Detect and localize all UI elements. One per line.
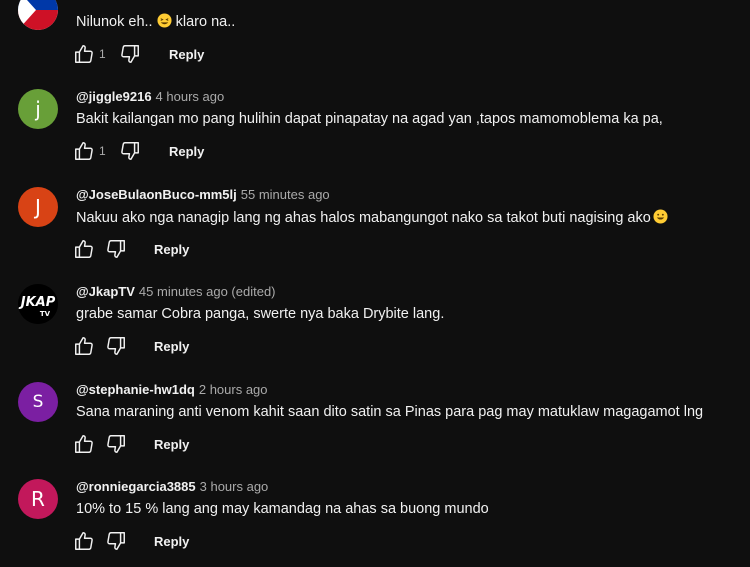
- like-button-icon[interactable]: [73, 140, 95, 162]
- like-button-icon[interactable]: [73, 433, 95, 455]
- comment-timestamp[interactable]: 45 minutes ago (edited): [139, 284, 276, 299]
- comment-author[interactable]: @jiggle9216: [76, 89, 152, 104]
- like-count: 1: [99, 144, 106, 158]
- grinning-emoji-icon: [653, 209, 668, 224]
- dislike-button-icon[interactable]: [105, 335, 127, 357]
- comment-header: @ronniegarcia3885 3 hours ago: [76, 479, 268, 494]
- comment-timestamp[interactable]: 2 hours ago: [199, 382, 268, 397]
- comment-text: Bakit kailangan mo pang hulihin dapat pi…: [76, 111, 663, 127]
- comment-actions: 1 Reply: [73, 139, 204, 163]
- svg-text:TV: TV: [40, 310, 51, 318]
- dislike-button-icon[interactable]: [105, 238, 127, 260]
- comment-actions: 1 Reply: [73, 42, 204, 66]
- svg-text:JKAP: JKAP: [18, 295, 56, 310]
- comment-text: Nilunok eh.. klaro na..: [76, 13, 236, 30]
- reply-button[interactable]: Reply: [154, 339, 189, 354]
- reply-button[interactable]: Reply: [169, 144, 204, 159]
- comment-header: @JkapTV 45 minutes ago (edited): [76, 284, 276, 299]
- comment-actions: Reply: [73, 529, 189, 553]
- comment-actions: Reply: [73, 237, 189, 261]
- laughing-emoji-icon: [157, 13, 172, 28]
- comment-text: grabe samar Cobra panga, swerte nya baka…: [76, 306, 445, 322]
- comment-text: Nakuu ako nga nanagip lang ng ahas halos…: [76, 209, 668, 226]
- reply-button[interactable]: Reply: [154, 534, 189, 549]
- comment-timestamp[interactable]: 3 hours ago: [200, 479, 269, 494]
- comment-text: Sana maraning anti venom kahit saan dito…: [76, 404, 704, 420]
- comment-text: 10% to 15 % lang ang may kamandag na aha…: [76, 501, 489, 517]
- jkaptv-logo-icon: JKAP TV: [18, 284, 58, 324]
- comment-header: @JoseBulaonBuco-mm5lj 55 minutes ago: [76, 187, 330, 202]
- comment-header: @stephanie-hw1dq 2 hours ago: [76, 382, 268, 397]
- like-button-icon[interactable]: [73, 335, 95, 357]
- comment-header: @jiggle9216 4 hours ago: [76, 89, 224, 104]
- dislike-button-icon[interactable]: [105, 433, 127, 455]
- dislike-button-icon[interactable]: [105, 530, 127, 552]
- comment-timestamp[interactable]: 4 hours ago: [156, 89, 225, 104]
- reply-button[interactable]: Reply: [169, 47, 204, 62]
- like-button-icon[interactable]: [73, 43, 95, 65]
- avatar[interactable]: R: [18, 479, 58, 519]
- comment-author[interactable]: @JoseBulaonBuco-mm5lj: [76, 187, 237, 202]
- avatar[interactable]: S: [18, 382, 58, 422]
- like-button-icon[interactable]: [73, 238, 95, 260]
- comment-author[interactable]: @ronniegarcia3885: [76, 479, 196, 494]
- avatar[interactable]: j: [18, 89, 58, 129]
- comment-timestamp[interactable]: 55 minutes ago: [241, 187, 330, 202]
- like-button-icon[interactable]: [73, 530, 95, 552]
- comment-actions: Reply: [73, 334, 189, 358]
- dislike-button-icon[interactable]: [119, 140, 141, 162]
- like-count: 1: [99, 47, 106, 61]
- reply-button[interactable]: Reply: [154, 437, 189, 452]
- comment-actions: Reply: [73, 432, 189, 456]
- comment-author[interactable]: @JkapTV: [76, 284, 135, 299]
- avatar[interactable]: J: [18, 187, 58, 227]
- reply-button[interactable]: Reply: [154, 242, 189, 257]
- avatar[interactable]: [18, 0, 58, 30]
- dislike-button-icon[interactable]: [119, 43, 141, 65]
- philippine-flag-icon: [18, 0, 58, 30]
- comment-author[interactable]: @stephanie-hw1dq: [76, 382, 195, 397]
- avatar[interactable]: JKAP TV: [18, 284, 58, 324]
